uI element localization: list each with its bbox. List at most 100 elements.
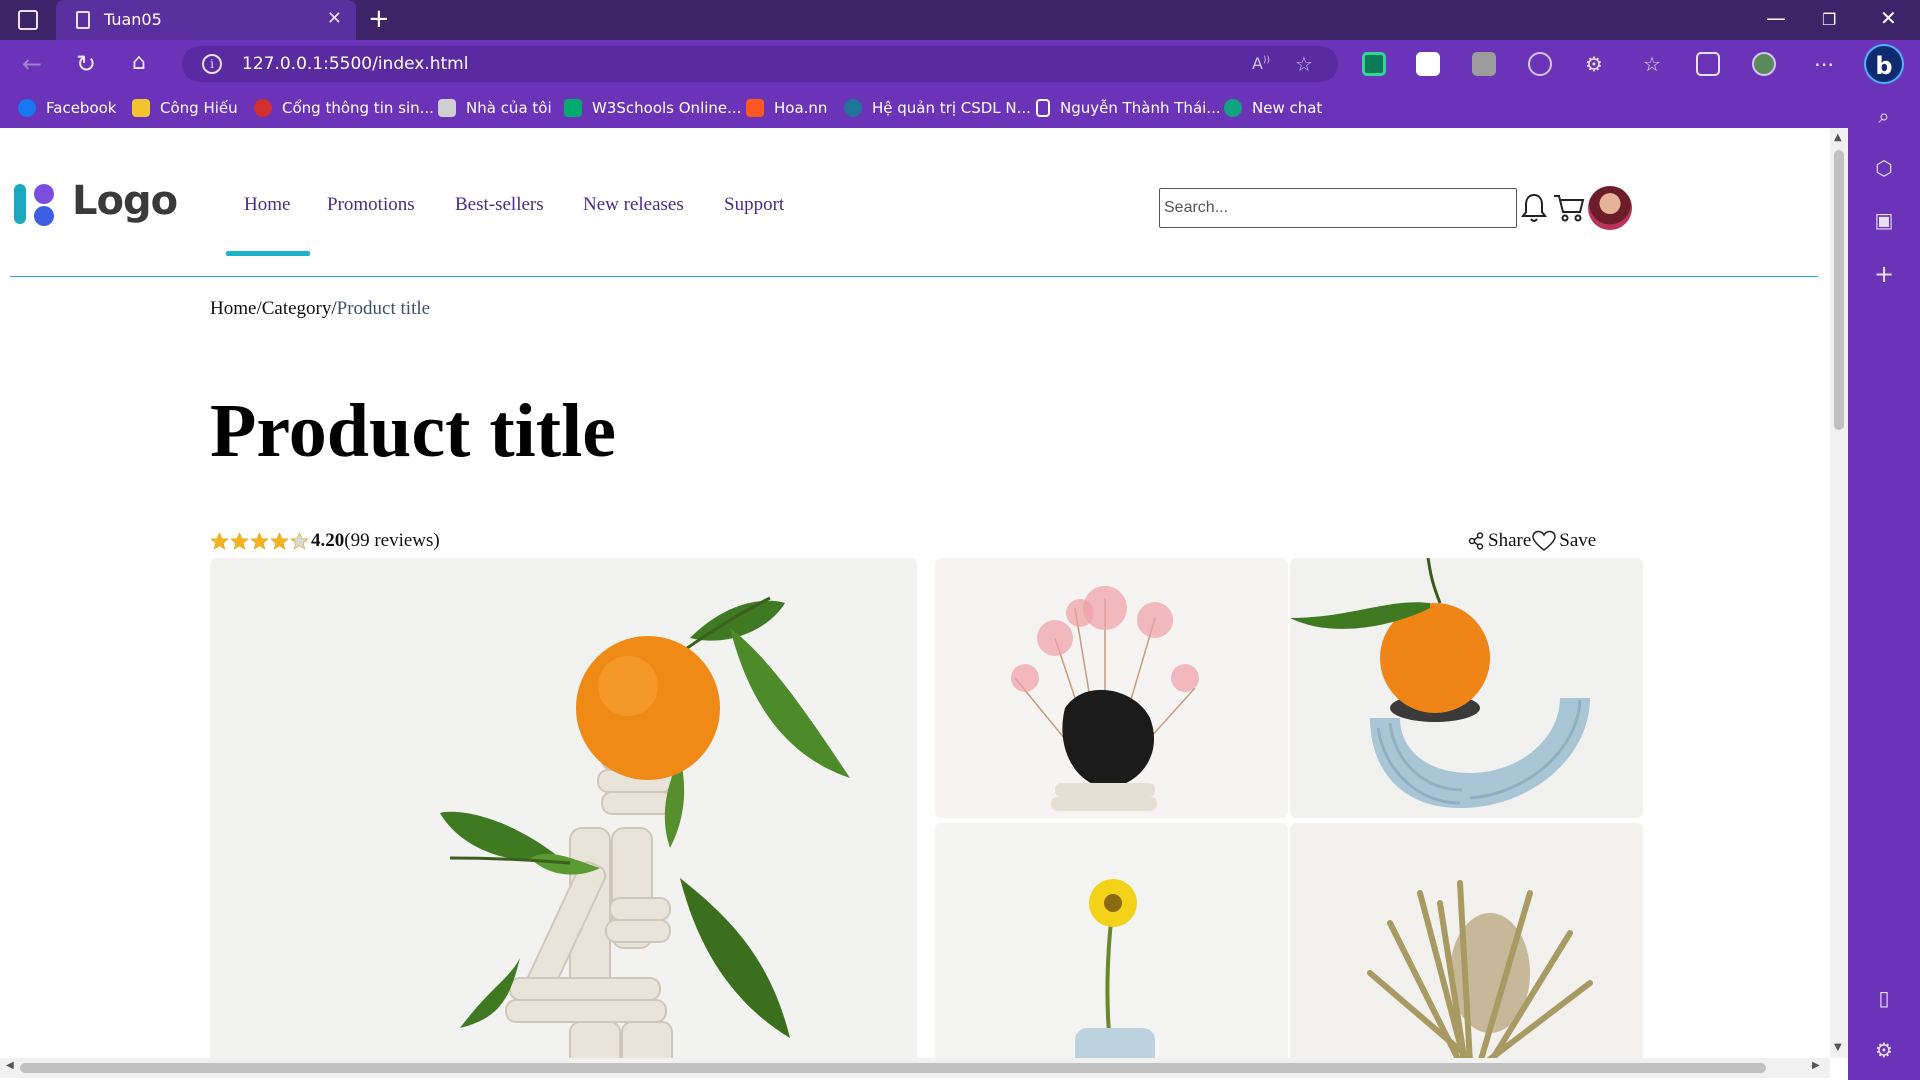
heart-icon [1532, 530, 1557, 551]
more-options-icon[interactable]: ⋯ [1812, 52, 1836, 76]
vertical-scrollbar[interactable]: ▲ ▼ [1830, 128, 1848, 1058]
browser-tab-bar: Tuan05 ✕ + — ❐ ✕ [0, 0, 1920, 40]
tab-actions-icon[interactable] [18, 10, 38, 30]
bookmark-he-quan-tri[interactable]: Hệ quản trị CSDL N... [844, 98, 1031, 118]
scroll-up-icon[interactable]: ▲ [1834, 132, 1842, 143]
read-aloud-icon[interactable]: A)) [1252, 54, 1270, 73]
thumb-image-2[interactable] [1290, 558, 1643, 818]
folder-icon [132, 99, 150, 117]
breadcrumb: Home/Category/Product title [210, 298, 430, 320]
dried-banksia-illustration [1367, 880, 1593, 1058]
save-button[interactable]: Save [1531, 530, 1596, 552]
horizontal-scroll-thumb[interactable] [20, 1063, 1766, 1073]
bookmark-nguyen-thanh-thai[interactable]: Nguyễn Thành Thái... [1036, 98, 1221, 118]
home-icon[interactable]: ⌂ [132, 50, 146, 75]
favorites-icon[interactable]: ☆ [1640, 52, 1664, 76]
rating-value: 4.20 [311, 530, 345, 551]
star-icon [270, 531, 289, 550]
scroll-thumb[interactable] [1834, 150, 1844, 430]
bookmark-label: Cổng thông tin sin... [282, 99, 434, 117]
product-actions: Share Save [1468, 530, 1596, 552]
profile-icon[interactable] [1752, 52, 1776, 76]
site-info-icon[interactable]: i [202, 54, 222, 74]
add-favorite-icon[interactable]: ☆ [1295, 52, 1314, 76]
search-input[interactable] [1159, 188, 1517, 228]
thumb-image-4[interactable] [1290, 823, 1643, 1058]
cart-icon[interactable] [1552, 192, 1586, 224]
logo-text[interactable]: Logo [72, 178, 178, 224]
home-page-icon [438, 99, 456, 117]
bookmark-cong-hieu[interactable]: Công Hiếu [132, 98, 238, 118]
bookmark-new-chat[interactable]: New chat [1224, 98, 1322, 118]
orange-sculpture-illustration [440, 596, 850, 1058]
new-tab-icon[interactable]: + [368, 4, 390, 34]
breadcrumb-category[interactable]: Category [262, 298, 332, 319]
orange-on-blue-vase-illustration [1290, 558, 1590, 808]
star-rating [210, 531, 309, 551]
nav-best-sellers[interactable]: Best-sellers [455, 194, 544, 216]
outlook-icon[interactable]: ▣ [1872, 208, 1896, 232]
restore-icon[interactable]: ❐ [1822, 10, 1836, 29]
bookmark-label: New chat [1252, 99, 1323, 117]
main-product-image[interactable] [210, 558, 917, 1058]
shopping-icon[interactable]: ⬡ [1872, 156, 1896, 180]
portal-icon [254, 99, 272, 117]
scroll-left-icon[interactable]: ◀ [6, 1060, 14, 1071]
blogger-icon [746, 99, 764, 117]
star-icon [290, 531, 309, 550]
edge-sidebar: b ⌕ ⬡ ▣ + ▯ ⚙ [1848, 40, 1920, 1080]
thumb-image-1[interactable] [935, 558, 1288, 818]
user-avatar[interactable] [1588, 186, 1632, 230]
nav-support[interactable]: Support [724, 194, 784, 216]
bookmark-hoa-nn[interactable]: Hoa.nn [746, 98, 827, 118]
close-tab-icon[interactable]: ✕ [327, 8, 342, 29]
bookmark-facebook[interactable]: Facebook [18, 98, 116, 118]
scroll-right-icon[interactable]: ▶ [1812, 1060, 1820, 1071]
active-nav-indicator [226, 251, 310, 256]
yellow-flower-illustration [1075, 879, 1155, 1058]
review-count[interactable]: (99 reviews) [344, 530, 440, 552]
scroll-down-icon[interactable]: ▼ [1834, 1042, 1842, 1053]
bookmark-label: Hệ quản trị CSDL N... [872, 99, 1031, 117]
compass-icon[interactable] [1528, 52, 1552, 76]
extension-2-icon[interactable] [1416, 52, 1440, 76]
extensions-icon[interactable]: ⚙ [1582, 52, 1606, 76]
nav-promotions[interactable]: Promotions [327, 194, 415, 216]
nav-new-releases[interactable]: New releases [583, 194, 684, 216]
extension-3-icon[interactable] [1472, 52, 1496, 76]
window-close-icon[interactable]: ✕ [1880, 6, 1897, 30]
browser-tab[interactable]: Tuan05 ✕ [56, 0, 356, 40]
collections-icon[interactable] [1696, 52, 1720, 76]
page-viewport: Logo Home Promotions Best-sellers New re… [0, 128, 1830, 1058]
bell-icon[interactable] [1520, 192, 1548, 224]
star-icon [210, 531, 229, 550]
bookmark-nha-cua-toi[interactable]: Nhà của tôi [438, 98, 552, 118]
product-rating: 4.20 (99 reviews) [210, 530, 440, 552]
sidebar-settings-icon[interactable]: ⚙ [1872, 1038, 1896, 1062]
bookmark-w3schools[interactable]: W3Schools Online... [564, 98, 741, 118]
back-icon[interactable]: ← [22, 50, 42, 78]
refresh-icon[interactable]: ↻ [76, 50, 96, 78]
hide-sidebar-icon[interactable]: ▯ [1872, 986, 1896, 1010]
save-label: Save [1559, 530, 1597, 551]
bookmark-label: Công Hiếu [160, 99, 238, 117]
nav-home[interactable]: Home [244, 194, 290, 216]
share-label: Share [1488, 530, 1532, 551]
search-sidebar-icon[interactable]: ⌕ [1872, 104, 1896, 128]
bing-copilot-icon[interactable]: b [1864, 44, 1904, 84]
document-icon [1036, 99, 1050, 117]
wordpress-icon [844, 99, 862, 117]
minimize-icon[interactable]: — [1766, 6, 1786, 30]
w3schools-icon [564, 99, 582, 117]
horizontal-scrollbar[interactable]: ◀ ▶ [0, 1058, 1830, 1078]
header-divider [10, 276, 1818, 277]
address-bar[interactable]: i 127.0.0.1:5500/index.html A)) ☆ [182, 46, 1338, 82]
thumb-image-3[interactable] [935, 823, 1288, 1058]
extension-1-icon[interactable] [1362, 52, 1386, 76]
bookmark-label: Nguyễn Thành Thái... [1060, 99, 1221, 117]
bookmark-cong-thong-tin[interactable]: Cổng thông tin sin... [254, 98, 434, 118]
share-button[interactable]: Share [1468, 530, 1531, 552]
add-sidebar-app-icon[interactable]: + [1872, 260, 1896, 288]
bookmark-label: Facebook [46, 99, 117, 117]
breadcrumb-home[interactable]: Home [210, 298, 256, 319]
